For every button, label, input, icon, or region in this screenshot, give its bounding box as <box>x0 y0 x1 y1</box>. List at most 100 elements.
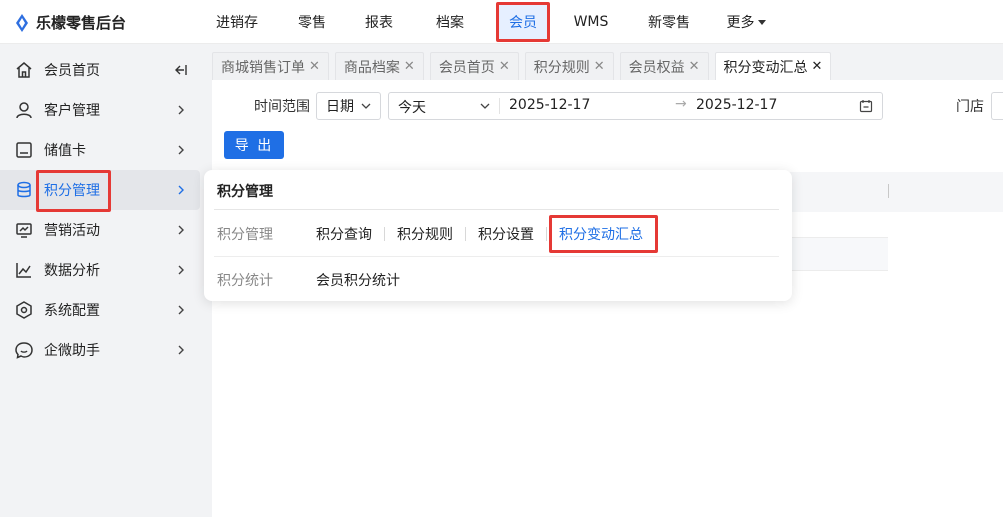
popup-title: 积分管理 <box>217 184 273 200</box>
chevron-right-icon <box>178 265 184 275</box>
tab-points-change-summary[interactable]: 积分变动汇总 ✕ <box>714 52 832 80</box>
start-date[interactable]: 2025-12-17 <box>509 97 590 113</box>
tab-bar: 商城销售订单 ✕ 商品档案 ✕ 会员首页 ✕ 积分规则 ✕ 会员权益 ✕ 积分变动汇总 ✕ <box>212 44 1003 80</box>
sidebar-item-system[interactable]: 系统配置 <box>0 290 200 330</box>
divider <box>546 227 547 241</box>
tab-mall-orders[interactable]: 商城销售订单 ✕ <box>212 52 329 80</box>
topnav-label: 档案 <box>436 15 464 31</box>
collapse-icon[interactable] <box>174 64 188 76</box>
divider <box>465 227 466 241</box>
tab-member-benefits[interactable]: 会员权益 ✕ <box>619 52 709 80</box>
chevron-right-icon <box>178 305 184 315</box>
menu-link-points-query[interactable]: 积分查询 <box>316 224 372 244</box>
close-icon[interactable]: ✕ <box>309 59 320 74</box>
points-menu-popup: 积分管理 积分管理 积分查询 积分规则 积分设置 积分变动汇总 积分统计 会员积… <box>204 170 792 301</box>
date-type-select[interactable]: 日期 <box>316 92 381 120</box>
chevron-right-icon <box>178 345 184 355</box>
sidebar-item-label: 储值卡 <box>44 143 86 159</box>
topnav-label: 零售 <box>298 15 326 31</box>
settings-icon <box>16 301 32 319</box>
sidebar-item-label: 系统配置 <box>44 303 100 319</box>
sidebar-item-label: 营销活动 <box>44 223 100 239</box>
topnav-item-reports[interactable]: 报表 <box>350 0 408 44</box>
chart-line-icon <box>16 263 31 278</box>
close-icon[interactable]: ✕ <box>594 59 605 74</box>
close-icon[interactable]: ✕ <box>812 59 823 74</box>
tab-label: 会员权益 <box>628 59 685 76</box>
topnav-item-archive[interactable]: 档案 <box>408 0 492 44</box>
sidebar: 会员首页 客户管理 储值卡 积分管理 营销活动 数据分析 系统配置 企微助手 <box>0 44 212 517</box>
topnav-item-member[interactable]: 会员 <box>492 0 554 44</box>
tab-label: 商城销售订单 <box>221 59 305 76</box>
sidebar-item-label: 客户管理 <box>44 103 100 119</box>
topnav-item-more[interactable]: 更多 <box>710 0 782 44</box>
sidebar-item-wecom[interactable]: 企微助手 <box>0 330 200 370</box>
date-range-picker[interactable]: 今天 2025-12-17 → 2025-12-17 <box>388 92 883 120</box>
tab-label: 积分规则 <box>533 59 590 76</box>
chevron-right-icon <box>178 225 184 235</box>
topnav-item-inventory[interactable]: 进销存 <box>200 0 274 44</box>
tab-points-rules[interactable]: 积分规则 ✕ <box>524 52 614 80</box>
sidebar-item-stored-value[interactable]: 储值卡 <box>0 130 200 170</box>
export-button[interactable]: 导 出 <box>224 131 284 159</box>
tab-label: 商品档案 <box>343 59 400 76</box>
campaign-icon <box>16 223 32 238</box>
close-icon[interactable]: ✕ <box>689 59 700 74</box>
sidebar-item-label: 会员首页 <box>44 63 100 79</box>
database-icon <box>17 181 31 198</box>
time-range-label: 时间范围 <box>254 99 310 115</box>
date-type-value: 日期 <box>326 99 354 115</box>
arrow-right-icon: → <box>675 96 687 112</box>
tab-product-archive[interactable]: 商品档案 ✕ <box>334 52 424 80</box>
tab-label: 会员首页 <box>438 59 495 76</box>
calendar-icon[interactable] <box>859 99 873 113</box>
menu-link-member-points-stats[interactable]: 会员积分统计 <box>316 270 400 290</box>
topnav-label: WMS <box>573 14 609 30</box>
topnav-item-new-retail[interactable]: 新零售 <box>628 0 710 44</box>
topnav-label: 进销存 <box>216 15 258 31</box>
topnav-item-retail[interactable]: 零售 <box>274 0 350 44</box>
store-label: 门店 <box>956 99 984 115</box>
close-icon[interactable]: ✕ <box>404 59 415 74</box>
topnav-label: 报表 <box>365 15 393 31</box>
caret-down-icon <box>757 19 766 25</box>
chevron-right-icon <box>178 145 184 155</box>
app-logo[interactable]: 乐檬零售后台 <box>14 12 126 33</box>
sidebar-item-member-home[interactable]: 会员首页 <box>0 50 200 90</box>
popup-group-label: 积分统计 <box>217 273 273 289</box>
highlight-box <box>36 170 111 212</box>
app-title: 乐檬零售后台 <box>36 14 127 32</box>
sidebar-item-analytics[interactable]: 数据分析 <box>0 250 200 290</box>
sidebar-item-label: 数据分析 <box>44 263 100 279</box>
chevron-down-icon <box>480 103 490 109</box>
sidebar-item-label: 企微助手 <box>44 343 100 359</box>
store-select[interactable] <box>991 92 1003 120</box>
sidebar-item-marketing[interactable]: 营销活动 <box>0 210 200 250</box>
divider <box>214 256 779 257</box>
sidebar-item-customer[interactable]: 客户管理 <box>0 90 200 130</box>
top-bar: 乐檬零售后台 进销存 零售 报表 档案 会员 WMS 新零售 更多 <box>0 0 1003 44</box>
topnav-label: 新零售 <box>648 15 690 31</box>
tab-member-home[interactable]: 会员首页 ✕ <box>429 52 519 80</box>
close-icon[interactable]: ✕ <box>499 59 510 74</box>
chevron-down-icon <box>361 103 371 109</box>
divider <box>214 209 779 210</box>
topnav-item-wms[interactable]: WMS <box>554 0 628 44</box>
topnav-label: 更多 <box>726 15 755 31</box>
chat-icon <box>15 342 33 359</box>
popup-group-label: 积分管理 <box>217 227 273 243</box>
column-divider <box>888 184 889 198</box>
chevron-right-icon <box>178 185 184 195</box>
period-value[interactable]: 今天 <box>398 97 426 117</box>
highlight-box <box>549 215 658 253</box>
menu-link-points-rules[interactable]: 积分规则 <box>397 224 453 244</box>
logo-icon <box>16 13 28 32</box>
home-icon <box>16 62 32 78</box>
divider <box>499 98 500 114</box>
tab-label: 积分变动汇总 <box>723 59 808 76</box>
user-icon <box>16 102 32 119</box>
menu-link-points-settings[interactable]: 积分设置 <box>478 224 534 244</box>
topnav-label: 会员 <box>496 2 550 42</box>
end-date[interactable]: 2025-12-17 <box>696 97 777 113</box>
chevron-right-icon <box>178 105 184 115</box>
